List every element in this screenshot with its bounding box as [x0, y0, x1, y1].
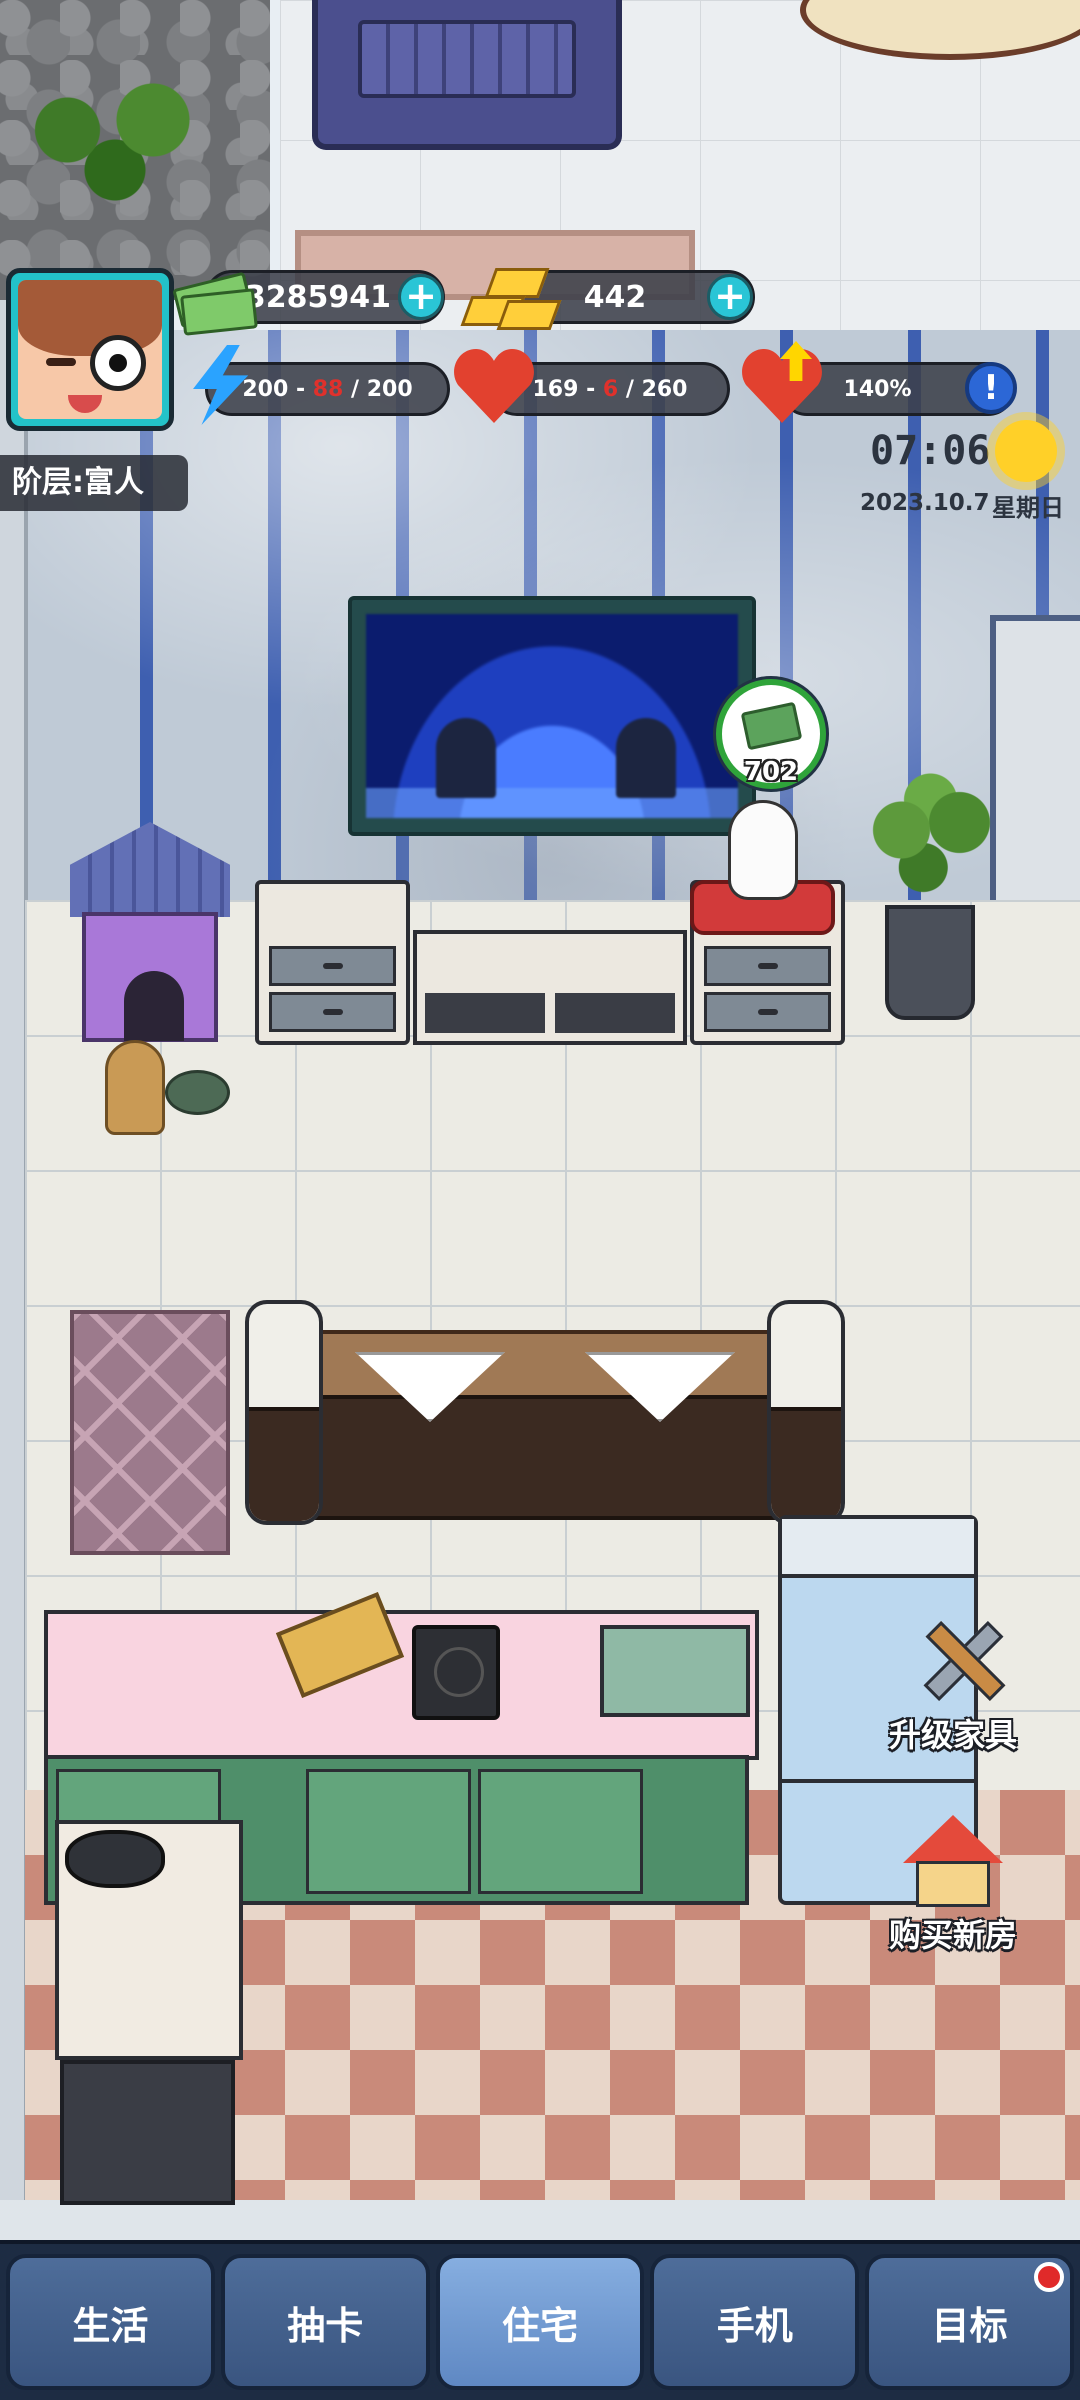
cash-icon	[740, 701, 803, 751]
left-wall-edge	[0, 300, 28, 2200]
gold-bars-icon	[456, 260, 562, 338]
house-wall	[916, 1861, 990, 1907]
energy-cost: 88	[312, 376, 344, 402]
game-weekday: 星期日	[992, 494, 1064, 522]
avatar-eye	[90, 335, 146, 391]
heart-shape	[452, 345, 537, 427]
drawer	[704, 946, 831, 986]
health-cost: 6	[602, 376, 619, 402]
drawer	[269, 992, 396, 1032]
house-roof	[903, 1815, 1003, 1863]
bonus-percent: 140%	[843, 376, 912, 402]
tv-stand-left-cabinet	[255, 880, 410, 1045]
sofa-arm-right	[767, 1300, 845, 1525]
energy-sep: /	[343, 376, 367, 402]
notification-dot	[1033, 2262, 1064, 2292]
cash-icon	[172, 262, 261, 336]
add-cash-button[interactable]: +	[398, 274, 444, 320]
rice-cooker	[65, 1830, 165, 1888]
tv-screen	[366, 614, 738, 818]
palm-plant	[20, 60, 210, 260]
drawer	[269, 946, 396, 986]
sun-icon	[995, 420, 1057, 482]
cash-bill	[180, 288, 258, 336]
avatar-eye	[46, 358, 76, 366]
upgrade-furniture-label: 升级家具	[888, 1716, 1017, 1754]
sofa[interactable]	[245, 1300, 845, 1530]
energy-sep: -	[288, 376, 313, 402]
add-gold-button[interactable]: +	[707, 274, 753, 320]
gold-amount: 442	[583, 279, 647, 315]
drawer	[704, 992, 831, 1032]
house-icon	[898, 1815, 1008, 1910]
dog-house-roof	[70, 822, 230, 917]
health-current: 169	[532, 376, 579, 402]
side-table-base	[60, 2060, 235, 2205]
pet-dog[interactable]	[105, 1040, 165, 1135]
cabinet-door	[306, 1769, 471, 1894]
dog-house-body	[82, 912, 218, 1042]
sofa-arm-left	[245, 1300, 323, 1525]
gold-bar	[496, 300, 562, 330]
buy-new-house-label: 购买新房	[888, 1916, 1017, 1954]
game-date: 2023.10.7	[860, 490, 990, 516]
tv-anchor-left	[436, 718, 496, 798]
tab-phone[interactable]: 手机	[650, 2254, 860, 2390]
tab-residence[interactable]: 住宅	[435, 2254, 645, 2390]
dog-house-door	[124, 971, 184, 1041]
tv-news-desk	[366, 788, 738, 818]
potted-plant[interactable]	[885, 905, 975, 1020]
heart-icon	[452, 345, 537, 427]
heart-boost-icon	[740, 341, 825, 427]
tab-goals[interactable]: 目标	[865, 2254, 1074, 2390]
upper-room-sofa[interactable]	[312, 0, 622, 150]
tv-stand-middle	[413, 930, 687, 1045]
induction-stove[interactable]	[412, 1625, 500, 1720]
gold-bar	[484, 268, 550, 298]
game-clock: 07:06	[870, 428, 991, 474]
tab-life[interactable]: 生活	[6, 2254, 215, 2390]
floor-edge	[0, 2200, 1080, 2240]
cabinet-door	[478, 1769, 643, 1894]
lucky-cat[interactable]	[690, 790, 835, 940]
bonus-info-button[interactable]: !	[965, 362, 1017, 414]
tv-anchor-right	[616, 718, 676, 798]
avatar-face	[18, 280, 162, 419]
health-sep: /	[618, 376, 642, 402]
energy-current: 200	[242, 376, 289, 402]
avatar-mouth	[68, 395, 102, 413]
energy-max: 200	[366, 376, 413, 402]
tools-icon	[898, 1615, 1008, 1710]
tab-draw-card[interactable]: 抽卡	[220, 2254, 430, 2390]
buy-new-house-button[interactable]: 购买新房	[873, 1815, 1033, 1956]
rank-label: 阶层:富人	[0, 455, 188, 511]
dog-house[interactable]	[70, 822, 230, 1057]
player-avatar[interactable]	[6, 268, 174, 431]
lucky-cat-income: 702	[743, 757, 799, 787]
rug	[70, 1310, 230, 1555]
health-sep: -	[578, 376, 603, 402]
health-max: 260	[641, 376, 688, 402]
tab-goals-label: 目标	[931, 2303, 1008, 2348]
upgrade-furniture-button[interactable]: 升级家具	[873, 1615, 1033, 1756]
avatar-hair	[18, 280, 162, 357]
dog-bowl[interactable]	[165, 1070, 230, 1115]
sofa-seat	[305, 1395, 785, 1520]
bottom-nav: 生活 抽卡 住宅 手机 目标	[0, 2240, 1080, 2400]
kitchen-sink[interactable]	[600, 1625, 750, 1717]
energy-display: 200 - 88 / 200	[205, 362, 450, 416]
potted-plant-leaves	[858, 770, 1003, 920]
lucky-cat-figure	[728, 800, 798, 900]
